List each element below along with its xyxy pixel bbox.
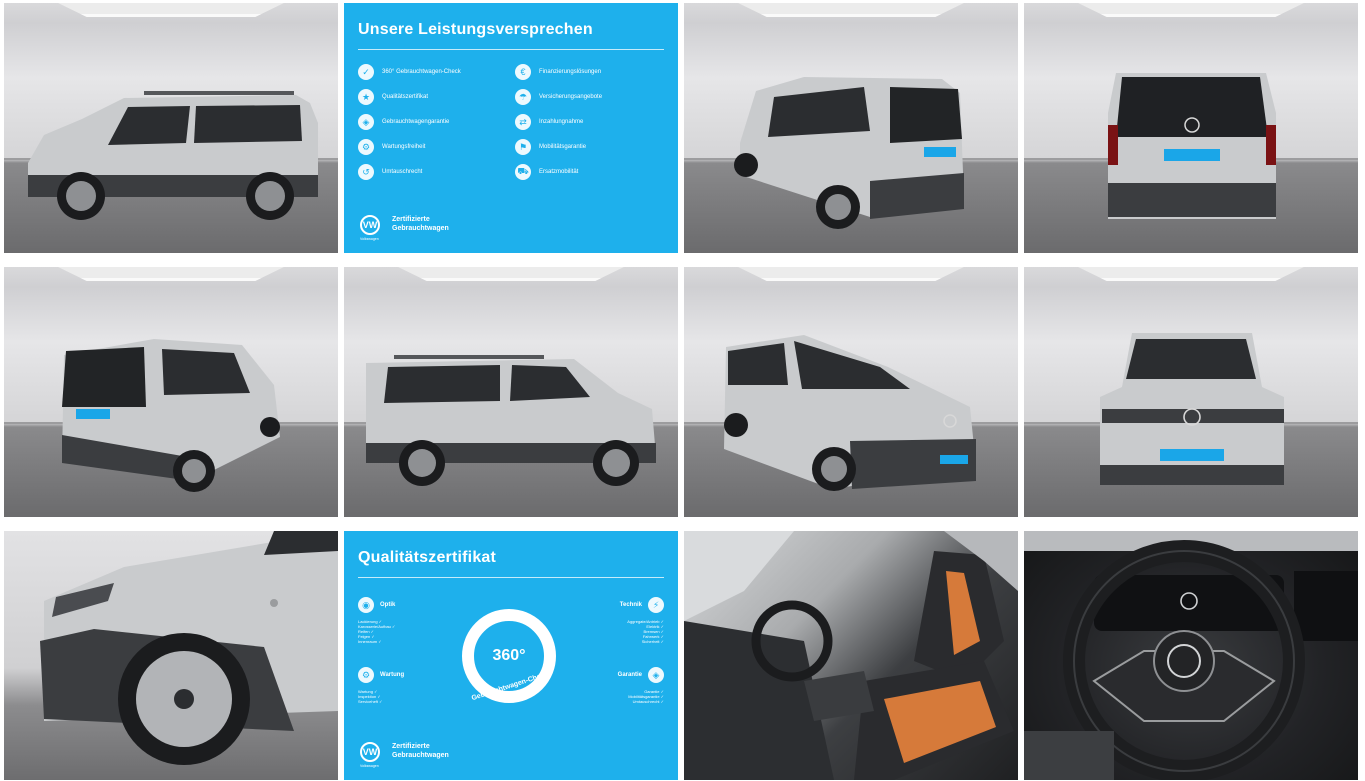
insurance-icon: ☂ [515,89,531,105]
car-check-icon: ✓ [358,64,374,80]
car-right-side-view [366,355,656,486]
wartung-section: ⚙ Wartung Wartung ✓ Inspektion ✓ Serviceh… [358,667,468,704]
interior-seats-image [684,531,1018,780]
photo-rear-three-quarter-right[interactable] [4,267,338,517]
optik-section: ◉ Optik Lackierung ✓ Karosserie/Aufbau ✓ … [358,597,468,644]
promise-item: ⚙ Wartungsfreiheit [358,139,507,155]
photo-front-three-quarter-left[interactable] [684,267,1018,517]
promise-item: ↺ Umtauschrecht [358,164,507,180]
quality-title: Qualitätszertifikat [358,549,497,566]
car-rear-left-view [734,77,964,229]
ring-value: 360° [492,647,526,664]
photo-side-left[interactable] [4,3,338,253]
steering-wheel-image [1024,531,1358,780]
exchange-icon: ↺ [358,164,374,180]
engine-icon: ⚡ [648,597,664,613]
promise-item: ⛟ Ersatzmobilität [515,164,664,180]
certified-badge: VW Volkswagen Zertifizierte Gebrauchtwag… [360,742,449,768]
photo-interior-seats[interactable] [684,531,1018,780]
photo-rear-three-quarter-left[interactable] [684,3,1018,253]
car-wheel-detail [40,531,338,765]
wrench-icon: ⚙ [358,667,374,683]
promises-title: Unsere Leistungsversprechen [358,21,593,38]
photo-wheel-closeup[interactable] [4,531,338,780]
shield-icon: ◈ [358,114,374,130]
car-side-view [28,91,318,220]
promise-item: ☂ Versicherungsangebote [515,89,664,105]
photo-rear[interactable] [1024,3,1358,253]
certified-badge: VW Volkswagen Zertifizierte Gebrauchtwag… [360,215,449,241]
photo-gallery: Unsere Leistungsversprechen ✓ 360° Gebrau… [0,0,1365,781]
promise-item: ◈ Gebrauchtwagengarantie [358,114,507,130]
vw-logo-icon: VW [360,215,380,235]
promise-item: ★ Qualitätszertifikat [358,89,507,105]
promise-item: ✓ 360° Gebrauchtwagen-Check [358,64,507,80]
car-front-view [1100,333,1284,485]
finance-icon: € [515,64,531,80]
promises-list: ✓ 360° Gebrauchtwagen-Check € Finanzierung… [358,64,664,180]
car-rear-right-view [62,339,280,492]
mobility-icon: ⚑ [515,139,531,155]
car-front-left-view [724,335,976,491]
quality-certificate-panel[interactable]: Qualitätszertifikat ◉ Optik Lackierung ✓ … [344,531,678,780]
trade-in-icon: ⇄ [515,114,531,130]
car-rear-view [1108,73,1276,219]
wrench-icon: ⚙ [358,139,374,155]
vw-logo-icon: VW [360,742,380,762]
shield-icon: ◈ [648,667,664,683]
eye-icon: ◉ [358,597,374,613]
photo-side-right[interactable] [344,267,678,517]
promise-item: ⚑ Mobilitätsgarantie [515,139,664,155]
technik-section: Technik ⚡ Aggregate/Antrieb ✓ Elektrik ✓ … [554,597,664,644]
photo-cockpit[interactable] [1024,531,1358,780]
garantie-section: Garantie ◈ Garantie ✓ Mobilitätsgarantie … [554,667,664,704]
replacement-car-icon: ⛟ [515,164,531,180]
promises-panel[interactable]: Unsere Leistungsversprechen ✓ 360° Gebrau… [344,3,678,253]
promise-item: ⇄ Inzahlungnahme [515,114,664,130]
promise-item: € Finanzierungslösungen [515,64,664,80]
photo-front[interactable] [1024,267,1358,517]
certificate-icon: ★ [358,89,374,105]
